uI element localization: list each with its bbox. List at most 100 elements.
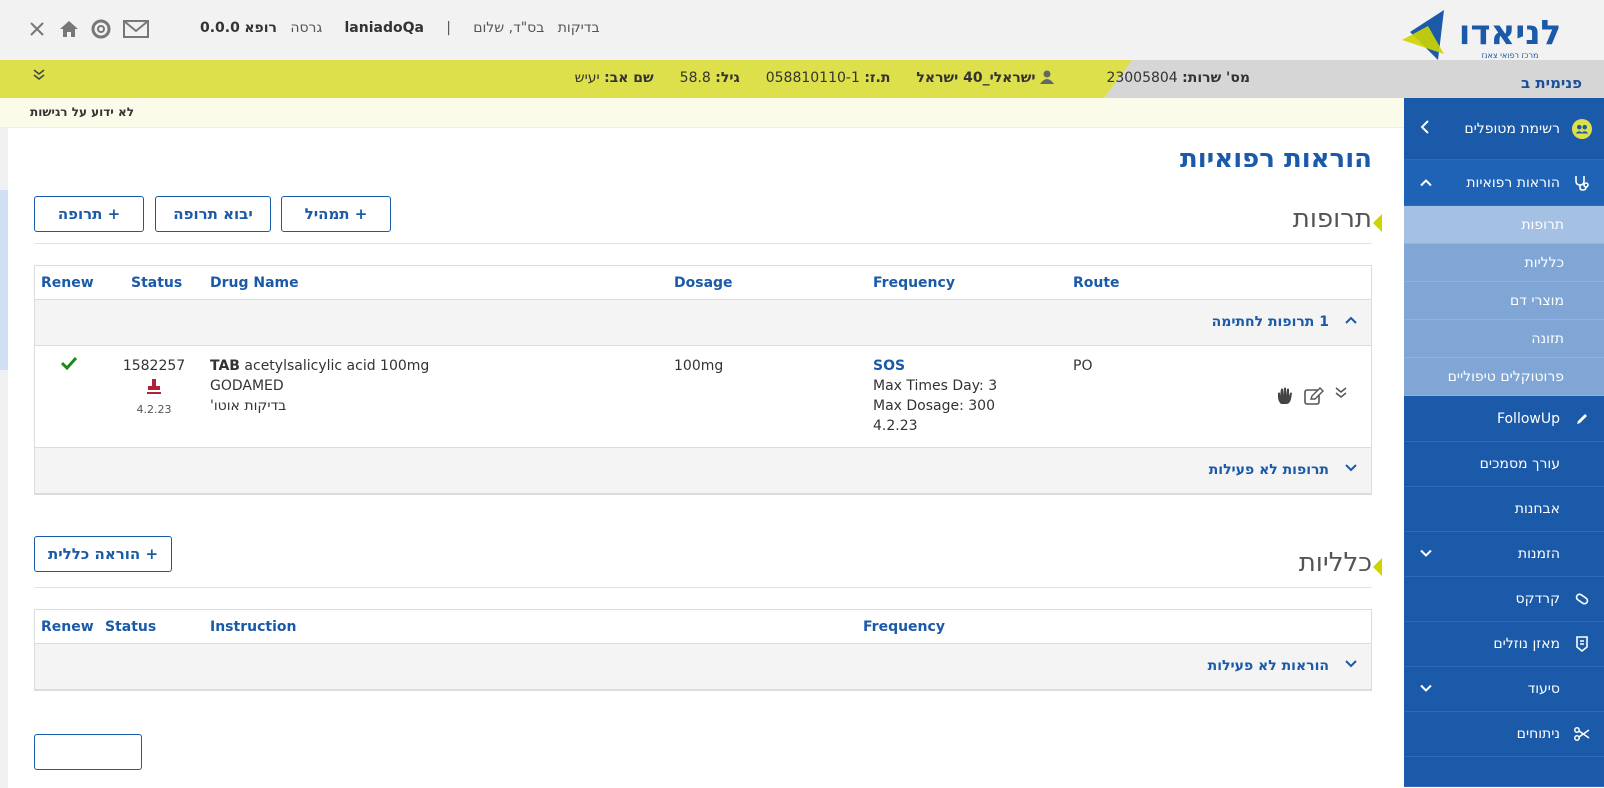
dosage: 100mg xyxy=(674,358,724,374)
mail-icon[interactable] xyxy=(120,16,152,42)
top-bar: 0.0.0 גרסה רופא laniadoQa | בדיקות בס"ד,… xyxy=(0,0,1604,60)
column-header[interactable]: Drug Name xyxy=(210,275,299,291)
scrollbar[interactable] xyxy=(0,128,8,788)
column-header[interactable]: Renew xyxy=(41,619,94,635)
pill-icon xyxy=(1572,589,1592,609)
column-header[interactable]: Dosage xyxy=(674,275,733,291)
chevron-up-icon xyxy=(1420,175,1432,190)
chevron-down-icon xyxy=(1420,682,1432,697)
page-title: הוראות רפואיות xyxy=(1179,144,1372,174)
allergy-bar: לא ידוע על רגישות xyxy=(0,98,1404,128)
table-header: Renew Status Instruction Frequency xyxy=(35,610,1371,644)
main-content: הוראות רפואיות + תרופה יבוא תרופה + תמהי… xyxy=(10,128,1404,787)
sidebar-label: רשימת מטופלים xyxy=(1464,120,1560,137)
expand-chevron-icon[interactable] xyxy=(32,68,46,86)
patient-info: ישראלי_40 ישראל ת.ז: 058810110-1 גיל: 58… xyxy=(575,70,1054,86)
group-label: תרופות לא פעילות xyxy=(1208,462,1329,478)
partial-button[interactable] xyxy=(34,734,142,770)
column-header[interactable]: Renew xyxy=(41,275,94,291)
father-name: שם אב: יעיש xyxy=(574,70,654,86)
sidebar-subitem-nutrition[interactable]: תזונה xyxy=(1404,320,1604,358)
section-divider xyxy=(34,587,1372,588)
chevron-down-icon xyxy=(1345,461,1357,476)
user-icon xyxy=(1036,70,1054,86)
add-solution-button[interactable]: + תמהיל xyxy=(281,196,391,232)
sidebar-item-nursing[interactable]: סיעוד xyxy=(1404,667,1604,712)
inactive-orders-group[interactable]: הוראות לא פעילות xyxy=(35,644,1371,690)
hospital-logo: לניאדו מרכז רפואי צאנז xyxy=(1398,6,1578,62)
column-header[interactable]: Frequency xyxy=(873,275,955,291)
sidebar-item-medical-orders[interactable]: הוראות רפואיות xyxy=(1404,160,1604,206)
group-label: הוראות לא פעילות xyxy=(1207,658,1329,674)
sidebar: רשימת מטופלים הוראות רפואיות תרופות כללי… xyxy=(1404,98,1604,787)
chevron-left-icon xyxy=(1420,119,1430,138)
inactive-drugs-group[interactable]: תרופות לא פעילות xyxy=(35,448,1371,494)
sidebar-subitem-general[interactable]: כלליות xyxy=(1404,244,1604,282)
patient-bar: פנימית ב מס' שרות: 23005804 ישראלי_40 יש… xyxy=(0,60,1604,98)
stop-hand-icon[interactable] xyxy=(1275,386,1295,412)
sidebar-subitem-drugs[interactable]: תרופות xyxy=(1404,206,1604,244)
route: PO xyxy=(1073,358,1093,374)
scissors-icon xyxy=(1572,724,1592,744)
section-divider xyxy=(34,243,1372,244)
chevron-up-icon xyxy=(1345,313,1357,328)
sidebar-item-surgeries[interactable]: ניתוחים xyxy=(1404,712,1604,757)
table-header: Renew Status Drug Name Dosage Frequency … xyxy=(35,266,1371,300)
table-row: 1582257 4.2.23 TAB acetylsalicylic acid … xyxy=(35,346,1371,448)
column-header[interactable]: Route xyxy=(1073,275,1120,291)
top-icons xyxy=(24,16,152,42)
status-date: 4.2.23 xyxy=(136,403,172,416)
version-number: 0.0.0 xyxy=(200,20,240,36)
drug-generic: acetylsalicylic acid 100mg xyxy=(244,358,430,374)
sidebar-label: הוראות רפואיות xyxy=(1466,174,1560,191)
logo-tagline: מרכז רפואי צאנז xyxy=(1482,51,1539,60)
patient-name-block: ישראלי_40 ישראל xyxy=(916,70,1054,86)
sidebar-item-followup[interactable]: FollowUp xyxy=(1404,396,1604,442)
sidebar-subitem-blood-products[interactable]: מוצרי דם xyxy=(1404,282,1604,320)
separator: | xyxy=(446,20,451,36)
chevron-down-icon xyxy=(1345,657,1357,672)
drug-name[interactable]: TAB acetylsalicylic acid 100mg xyxy=(210,356,429,376)
group-icon xyxy=(1572,118,1592,139)
add-drug-button[interactable]: + תרופה xyxy=(34,196,144,232)
sidebar-item-fluid-balance[interactable]: מאזן נוזלים xyxy=(1404,622,1604,667)
pencil-icon xyxy=(1572,409,1592,429)
meds-table: Renew Status Drug Name Dosage Frequency … xyxy=(34,265,1372,495)
sidebar-item-more[interactable] xyxy=(1404,757,1604,787)
section-marker-icon xyxy=(1373,214,1382,232)
patient-name: ישראלי_40 ישראל xyxy=(916,70,1036,86)
expand-row-icon[interactable] xyxy=(1335,386,1347,406)
add-general-order-button[interactable]: + הוראה כללית xyxy=(34,536,172,572)
max-dosage: Max Dosage: 300 xyxy=(873,398,996,414)
logo-text: לניאדו xyxy=(1459,13,1561,53)
renew-check-icon[interactable] xyxy=(60,356,78,376)
username: laniadoQa xyxy=(344,20,424,36)
column-header[interactable]: Instruction xyxy=(210,619,296,635)
sidebar-item-cardex[interactable]: קרדקס xyxy=(1404,577,1604,622)
ward-name: פנימית ב xyxy=(1521,74,1582,92)
chevron-down-icon xyxy=(1420,547,1432,562)
visit-label: מס' שרות: xyxy=(1182,70,1250,86)
sidebar-item-appointments[interactable]: הזמנות xyxy=(1404,532,1604,577)
frequency-date: 4.2.23 xyxy=(873,418,918,434)
close-icon[interactable] xyxy=(24,16,50,42)
general-table: Renew Status Instruction Frequency הוראו… xyxy=(34,609,1372,691)
sidebar-item-patients-list[interactable]: רשימת מטופלים xyxy=(1404,98,1604,160)
sidebar-item-doc-editor[interactable]: עורך מסמכים xyxy=(1404,442,1604,487)
help-icon[interactable] xyxy=(88,16,114,42)
column-header[interactable]: Status xyxy=(105,619,156,635)
edit-icon[interactable] xyxy=(1303,386,1325,412)
version-word: גרסה xyxy=(290,20,323,36)
sidebar-subitem-protocols[interactable]: פרוטוקלים טיפוליים xyxy=(1404,358,1604,396)
column-header[interactable]: Status xyxy=(131,275,182,291)
scrollbar-thumb[interactable] xyxy=(0,190,8,370)
general-section-title: כלליות xyxy=(1299,548,1382,578)
drug-note: בדיקות אוטו' xyxy=(210,398,287,414)
home-icon[interactable] xyxy=(56,16,82,42)
import-drug-button[interactable]: יבוא תרופה xyxy=(155,196,271,232)
frequency: SOS xyxy=(873,358,906,374)
sidebar-item-diagnoses[interactable]: אבחנות xyxy=(1404,487,1604,532)
column-header[interactable]: Frequency xyxy=(863,619,945,635)
max-times: Max Times Day: 3 xyxy=(873,378,998,394)
pending-signature-group[interactable]: 1 תרופות לחתימה xyxy=(35,300,1371,346)
